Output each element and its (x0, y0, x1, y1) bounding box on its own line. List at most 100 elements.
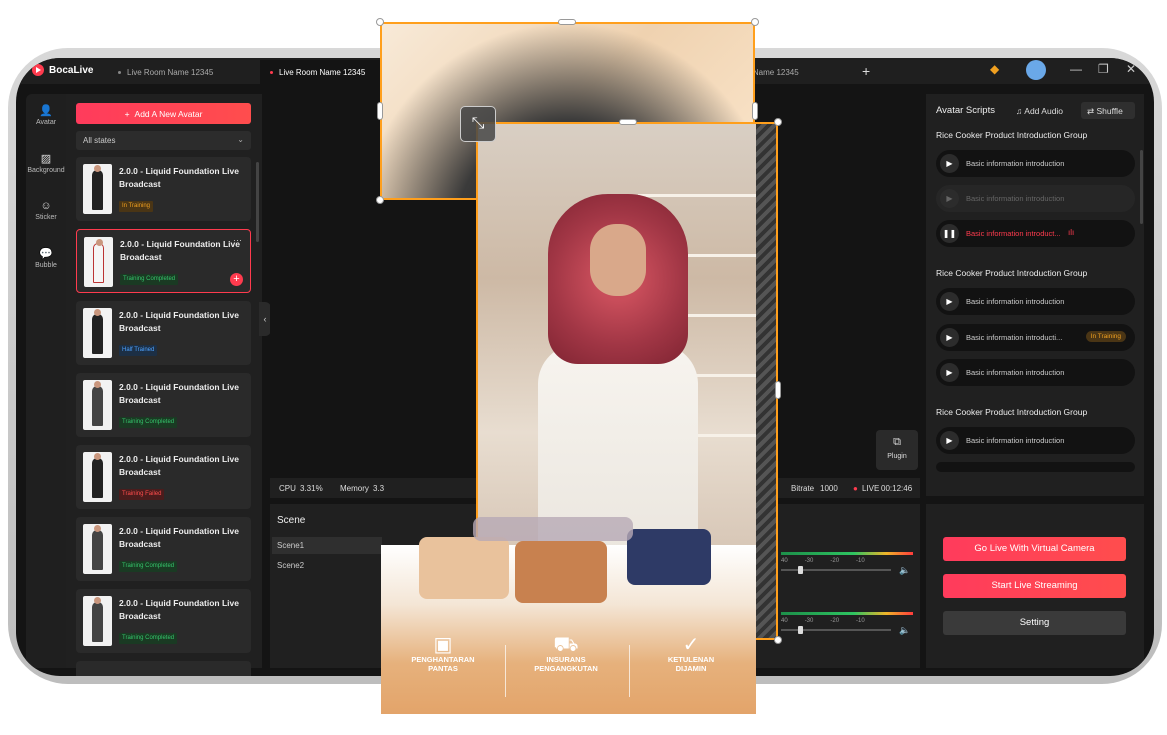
status-badge: In Training (119, 201, 154, 212)
plugin-icon: ⧉ (893, 436, 901, 448)
person-icon: 👤 (39, 105, 53, 117)
script-item[interactable] (936, 462, 1135, 472)
new-tab-icon[interactable]: + (862, 63, 870, 79)
avatar-card[interactable] (76, 661, 251, 676)
start-live-streaming-button[interactable]: Start Live Streaming (943, 574, 1126, 598)
pause-icon[interactable]: ❚❚ (940, 224, 959, 243)
resize-handle[interactable] (377, 102, 383, 120)
play-icon[interactable]: ▶ (940, 328, 959, 347)
avatar-title: 2.0.0 - Liquid Foundation Live Broadcast (119, 310, 239, 333)
play-icon[interactable]: ▶ (940, 154, 959, 173)
avatar-card[interactable]: 2.0.0 - Liquid Foundation Live Broadcast… (76, 301, 251, 365)
play-icon[interactable]: ▶ (940, 363, 959, 382)
script-item[interactable]: ▶ Basic information introducti... In Tra… (936, 324, 1135, 351)
close-icon[interactable]: ✕ (1126, 62, 1136, 76)
shield-check-icon: ✓ (682, 634, 700, 656)
add-audio-button[interactable]: ♫ Add Audio (1016, 106, 1063, 116)
script-item[interactable]: ▶ Basic information introduction (936, 150, 1135, 177)
script-label: Basic information introduction (966, 368, 1065, 377)
nav-background[interactable]: ▨ Background (26, 152, 66, 174)
chevron-down-icon: ⌄ (237, 135, 244, 144)
resize-handle[interactable] (752, 102, 758, 120)
resize-handle[interactable] (774, 118, 782, 126)
actions-panel: Go Live With Virtual Camera Start Live S… (926, 504, 1144, 668)
avatar-title: 2.0.0 - Liquid Foundation Live Broadcast (119, 598, 239, 621)
add-to-stage-icon[interactable]: + (230, 273, 243, 286)
volume-icon[interactable]: 🔈 (899, 625, 910, 636)
tab-live-room-2[interactable]: Live Room Name 12345 (260, 60, 390, 84)
status-badge: Training Completed (120, 274, 179, 285)
status-badge: Training Completed (119, 561, 178, 572)
avatar-card[interactable]: 2.0.0 - Liquid Foundation Live Broadcast… (76, 373, 251, 437)
app-name: BocaLive (49, 64, 94, 76)
resize-handle[interactable] (751, 18, 759, 26)
slider-knob[interactable] (798, 626, 803, 634)
script-item-playing[interactable]: ❚❚ Basic information introduct... ılı (936, 220, 1135, 247)
tab-dot-icon (118, 70, 121, 74)
play-icon[interactable]: ▶ (940, 431, 959, 450)
volume-slider[interactable] (781, 566, 891, 574)
memory-value: 3.3 (373, 484, 385, 493)
avatar-card[interactable]: 2.0.0 - Liquid Foundation Live Broadcast… (76, 517, 251, 581)
avatar-thumbnail (83, 380, 112, 430)
volume-icon[interactable]: 🔈 (899, 565, 910, 576)
avatar-card[interactable]: 2.0.0 - Liquid Foundation Live Broadcast… (76, 157, 251, 221)
tab-live-room-3[interactable]: m Name 12345 (744, 60, 844, 84)
resize-arrows-icon[interactable]: ⤡ (460, 106, 496, 142)
level-bar (781, 612, 913, 615)
plugin-button[interactable]: ⧉ Plugin (876, 430, 918, 470)
left-nav: 👤 Avatar ▨ Background ☺ Sticker 💬 Bubble (26, 94, 66, 668)
script-item[interactable]: ▶ Basic information introduction (936, 359, 1135, 386)
divider (629, 645, 630, 697)
more-options-icon[interactable]: ··· (233, 235, 242, 245)
add-avatar-button[interactable]: + Add A New Avatar (76, 103, 251, 124)
status-badge: Training Failed (119, 489, 165, 500)
script-item[interactable]: ▶ Basic information introduction (936, 427, 1135, 454)
bag-image (419, 537, 509, 599)
avatar-list-panel: + Add A New Avatar All states ⌄ 2.0.0 - … (66, 94, 262, 676)
volume-slider[interactable] (781, 626, 891, 634)
status-badge: Training Completed (119, 417, 178, 428)
minimize-icon[interactable]: — (1070, 62, 1082, 76)
status-badge: Half Trained (119, 345, 158, 356)
sticker-icon: ☺ (40, 200, 52, 212)
scene-item[interactable]: Scene1 (272, 537, 382, 554)
resize-handle[interactable] (558, 19, 576, 25)
resize-handle[interactable] (774, 636, 782, 644)
scripts-scrollbar[interactable] (1140, 150, 1143, 224)
resize-handle[interactable] (619, 119, 637, 125)
play-icon[interactable]: ▶ (940, 292, 959, 311)
list-scrollbar[interactable] (256, 162, 259, 242)
tab-live-room-1[interactable]: Live Room Name 12345 (108, 60, 258, 84)
maximize-icon[interactable]: ❐ (1098, 62, 1109, 76)
avatar-thumbnail (83, 596, 112, 646)
play-icon[interactable]: ▶ (940, 189, 959, 208)
script-item[interactable]: ▶ Basic information introduction (936, 288, 1135, 315)
background-icon: ▨ (40, 153, 52, 165)
meter-ticks: 40 -30 -20 -10 (781, 618, 865, 624)
avatar-card[interactable]: 2.0.0 - Liquid Foundation Live Broadcast… (76, 229, 251, 293)
state-filter-select[interactable]: All states ⌄ (76, 131, 251, 150)
resize-handle[interactable] (775, 381, 781, 399)
resize-handle[interactable] (376, 196, 384, 204)
nav-bubble[interactable]: 💬 Bubble (26, 247, 66, 269)
status-badge: Training Completed (119, 633, 178, 644)
scene-item[interactable]: Scene2 (272, 557, 382, 574)
diamond-icon[interactable]: ◆ (990, 62, 999, 76)
shuffle-button[interactable]: ⇄ Shuffle (1081, 102, 1135, 119)
go-live-virtual-camera-button[interactable]: Go Live With Virtual Camera (943, 537, 1126, 561)
resize-handle[interactable] (376, 18, 384, 26)
setting-button[interactable]: Setting (943, 611, 1126, 635)
avatar-card[interactable]: 2.0.0 - Liquid Foundation Live Broadcast… (76, 445, 251, 509)
nav-avatar[interactable]: 👤 Avatar (26, 104, 66, 126)
avatar-card[interactable]: 2.0.0 - Liquid Foundation Live Broadcast… (76, 589, 251, 653)
script-item[interactable]: ▶ Basic information introduction (936, 185, 1135, 212)
scene-title: Scene (277, 515, 306, 526)
bitrate-label: Bitrate (791, 484, 815, 493)
user-avatar[interactable] (1026, 60, 1046, 80)
avatar-title: 2.0.0 - Liquid Foundation Live Broadcast (120, 239, 240, 262)
waveform-icon: ılı (1068, 228, 1075, 237)
feature-shipping-insurance: ⛟ INSURANS PENGANGKUTAN (506, 635, 626, 673)
nav-sticker[interactable]: ☺ Sticker (26, 200, 66, 221)
slider-knob[interactable] (798, 566, 803, 574)
